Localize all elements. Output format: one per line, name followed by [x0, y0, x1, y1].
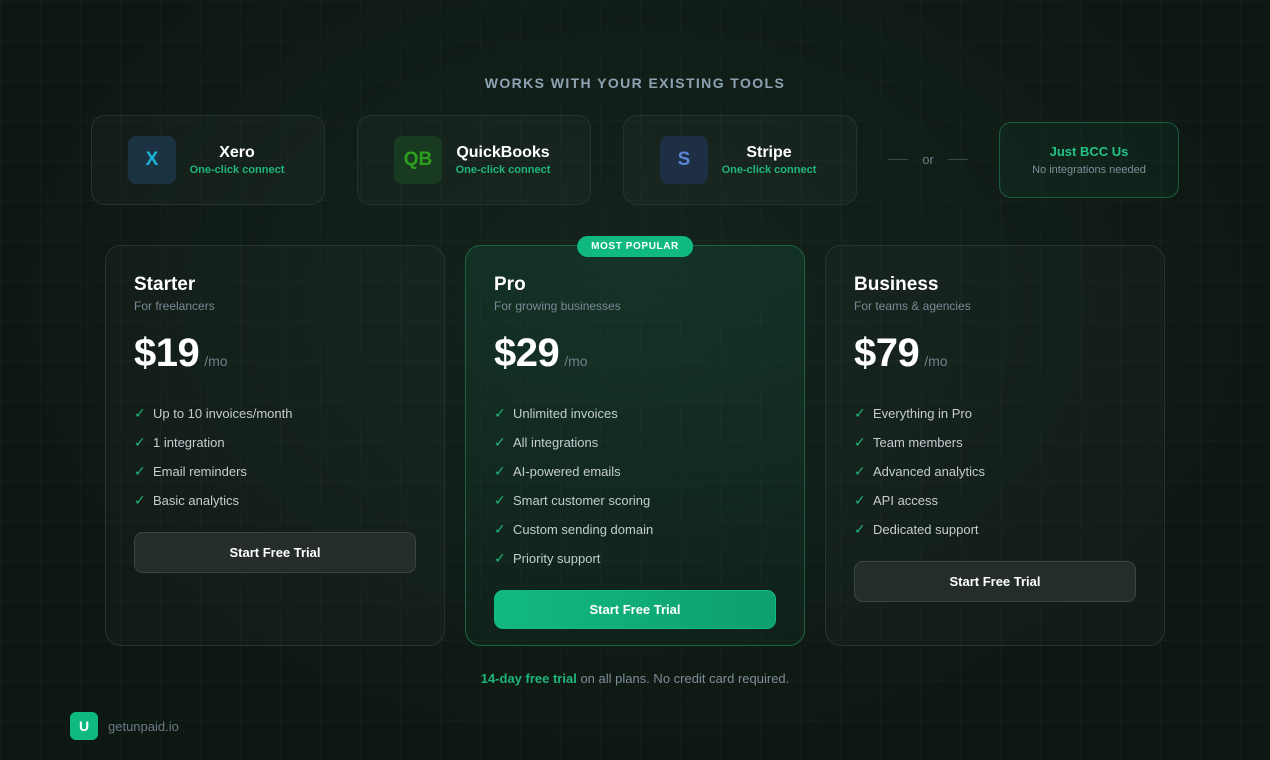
- plan-card-business: Business For teams & agencies $79 /mo ✓ E…: [825, 245, 1165, 646]
- feature-text: Basic analytics: [153, 493, 239, 508]
- plan-price: $29: [494, 331, 560, 375]
- trial-footnote: 14-day free trial on all plans. No credi…: [0, 671, 1270, 686]
- feature-text: Team members: [873, 435, 963, 450]
- plan-name: Pro: [494, 274, 526, 295]
- feature-item: ✓ Custom sending domain: [494, 515, 776, 544]
- plan-card-pro: MOST POPULAR Pro For growing businesses …: [465, 236, 805, 646]
- integration-card-xero[interactable]: X Xero One-click connect: [91, 115, 325, 205]
- integration-card-quickbooks[interactable]: QB QuickBooks One-click connect: [357, 115, 591, 205]
- integration-subtitle: One-click connect: [721, 164, 817, 176]
- trial-note: on all plans. No credit card required.: [576, 671, 790, 686]
- integration-name: Stripe: [746, 144, 792, 161]
- plan-description: For growing businesses: [494, 299, 621, 313]
- check-icon: ✓: [494, 405, 506, 421]
- check-icon: ✓: [854, 405, 866, 421]
- check-icon: ✓: [854, 463, 866, 479]
- feature-text: Unlimited invoices: [513, 406, 618, 421]
- feature-item: ✓ API access: [854, 486, 1136, 515]
- start-free-trial-button[interactable]: Start Free Trial: [134, 532, 416, 573]
- feature-text: 1 integration: [153, 435, 225, 450]
- feature-item: ✓ Unlimited invoices: [494, 399, 776, 428]
- plan-price: $19: [134, 331, 200, 375]
- feature-item: ✓ Everything in Pro: [854, 399, 1136, 428]
- check-icon: ✓: [134, 492, 146, 508]
- price-period: /mo: [564, 353, 588, 369]
- feature-text: Smart customer scoring: [513, 493, 651, 508]
- feature-item: ✓ Advanced analytics: [854, 457, 1136, 486]
- feature-item: ✓ Up to 10 invoices/month: [134, 399, 416, 428]
- stripe-logo-icon: S: [660, 136, 708, 184]
- check-icon: ✓: [494, 463, 506, 479]
- feature-text: Email reminders: [153, 464, 247, 479]
- feature-item: ✓ Basic analytics: [134, 486, 416, 515]
- feature-item: ✓ All integrations: [494, 428, 776, 457]
- feature-text: Dedicated support: [873, 522, 979, 537]
- or-label: or: [922, 152, 934, 167]
- most-popular-badge: MOST POPULAR: [577, 236, 693, 257]
- check-icon: ✓: [854, 492, 866, 508]
- or-separator: or: [888, 152, 968, 167]
- integrations-heading: WORKS WITH YOUR EXISTING TOOLS: [484, 75, 786, 91]
- bcc-subtitle: No integrations needed: [1032, 164, 1146, 176]
- xero-logo-icon: X: [128, 136, 176, 184]
- check-icon: ✓: [854, 434, 866, 450]
- bcc-title: Just BCC Us: [1049, 144, 1129, 159]
- feature-item: ✓ Smart customer scoring: [494, 486, 776, 515]
- feature-list: ✓ Everything in Pro ✓ Team members ✓ Advanced…: [854, 399, 1136, 544]
- price-row: $29 /mo: [494, 331, 776, 375]
- brand[interactable]: U getunpaid.io: [70, 712, 179, 740]
- price-period: /mo: [924, 353, 948, 369]
- feature-item: ✓ Email reminders: [134, 457, 416, 486]
- feature-text: Custom sending domain: [513, 522, 654, 537]
- feature-item: ✓ Dedicated support: [854, 515, 1136, 544]
- check-icon: ✓: [494, 492, 506, 508]
- brand-logo-icon: U: [70, 712, 98, 740]
- start-free-trial-button[interactable]: Start Free Trial: [854, 561, 1136, 602]
- price-row: $79 /mo: [854, 331, 1136, 375]
- check-icon: ✓: [134, 405, 146, 421]
- integration-subtitle: One-click connect: [455, 164, 551, 176]
- plan-name: Starter: [134, 274, 196, 295]
- feature-text: API access: [873, 493, 939, 508]
- feature-text: Priority support: [513, 551, 601, 566]
- brand-name: getunpaid.io: [108, 718, 179, 734]
- divider-line: [888, 159, 908, 160]
- feature-text: Up to 10 invoices/month: [153, 406, 293, 421]
- trial-highlight: 14-day free trial: [480, 671, 577, 686]
- plan-price: $79: [854, 331, 920, 375]
- price-row: $19 /mo: [134, 331, 416, 375]
- integration-name: Xero: [219, 144, 255, 161]
- feature-text: AI-powered emails: [513, 464, 621, 479]
- check-icon: ✓: [494, 434, 506, 450]
- start-free-trial-button[interactable]: Start Free Trial: [494, 590, 776, 629]
- feature-text: Everything in Pro: [873, 406, 972, 421]
- feature-text: All integrations: [513, 435, 599, 450]
- plan-card-starter: Starter For freelancers $19 /mo ✓ Up to 1…: [105, 245, 445, 646]
- price-period: /mo: [204, 353, 228, 369]
- feature-item: ✓ AI-powered emails: [494, 457, 776, 486]
- check-icon: ✓: [494, 521, 506, 537]
- plan-description: For teams & agencies: [854, 299, 971, 313]
- feature-item: ✓ 1 integration: [134, 428, 416, 457]
- divider-line: [948, 159, 968, 160]
- integration-subtitle: One-click connect: [189, 164, 285, 176]
- integration-name: QuickBooks: [456, 144, 550, 161]
- check-icon: ✓: [854, 521, 866, 537]
- feature-list: ✓ Unlimited invoices ✓ All integrations ✓ AI-…: [494, 399, 776, 573]
- feature-item: ✓ Team members: [854, 428, 1136, 457]
- check-icon: ✓: [494, 550, 506, 566]
- feature-item: ✓ Priority support: [494, 544, 776, 573]
- plan-description: For freelancers: [134, 299, 215, 313]
- feature-text: Advanced analytics: [873, 464, 986, 479]
- feature-list: ✓ Up to 10 invoices/month ✓ 1 integration ✓ E…: [134, 399, 416, 515]
- plan-name: Business: [854, 274, 939, 295]
- check-icon: ✓: [134, 434, 146, 450]
- bcc-option-card[interactable]: Just BCC Us No integrations needed: [999, 122, 1179, 198]
- integration-card-stripe[interactable]: S Stripe One-click connect: [623, 115, 857, 205]
- check-icon: ✓: [134, 463, 146, 479]
- quickbooks-logo-icon: QB: [394, 136, 442, 184]
